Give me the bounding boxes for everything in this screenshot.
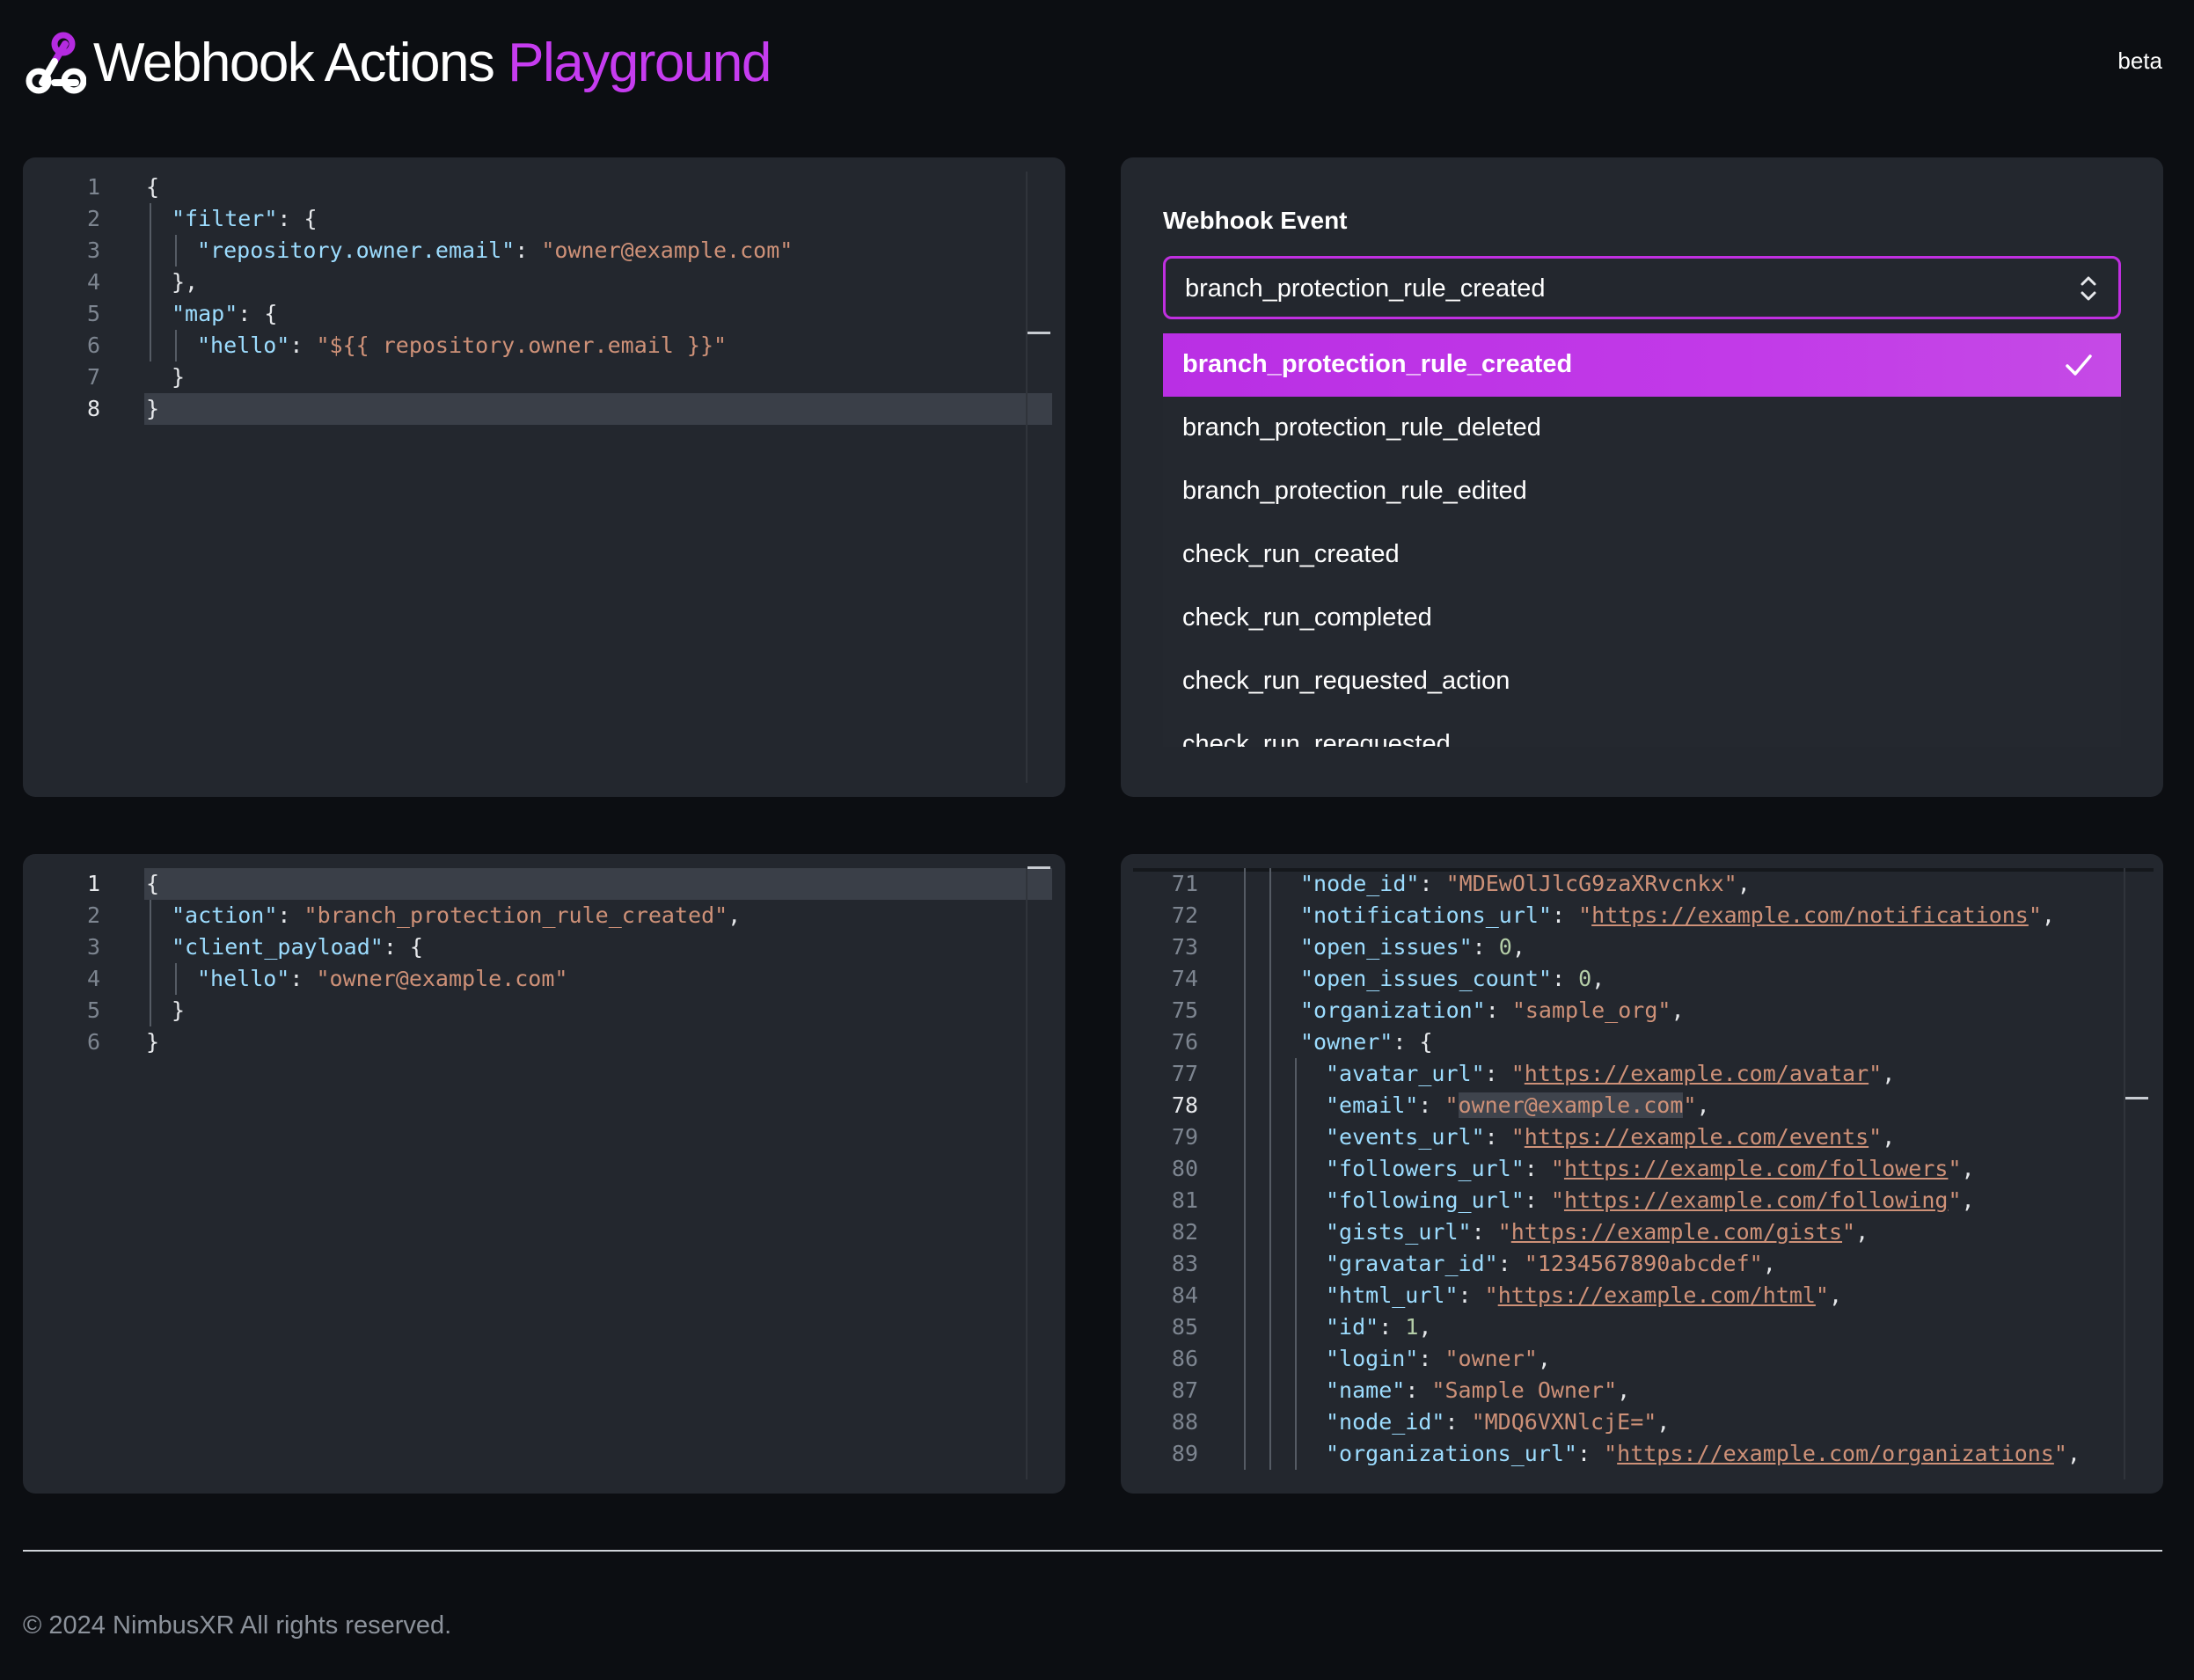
code-line[interactable]: 2 "filter": { (23, 203, 1065, 235)
chevron-up-down-icon (2081, 276, 2096, 301)
url-link[interactable]: https://example.com/organizations (1617, 1441, 2054, 1466)
line-number: 86 (1171, 1346, 1198, 1371)
line-number: 81 (1171, 1187, 1198, 1213)
overview-ruler-mark (1028, 866, 1050, 869)
dropdown-option[interactable]: check_run_completed (1163, 587, 2121, 650)
code-area[interactable]: 71 "node_id": "MDEwOlJlcG9zaXRvcnkx", 72 "n… (1121, 868, 2163, 1470)
scrollbar-track[interactable] (2124, 868, 2125, 1479)
code-line[interactable]: 88 "node_id": "MDQ6VXNlcjE=", (1121, 1406, 2163, 1438)
code-line[interactable]: 77 "avatar_url": "https://example.com/ava… (1121, 1058, 2163, 1090)
line-number: 83 (1171, 1251, 1198, 1276)
copyright-text: © 2024 NimbusXR All rights reserved. (23, 1611, 452, 1640)
line-number: 79 (1171, 1124, 1198, 1150)
code-line-active[interactable]: 1{ (23, 868, 1065, 900)
line-number: 88 (1171, 1409, 1198, 1435)
code-line[interactable]: 2 "action": "branch_protection_rule_creat… (23, 900, 1065, 931)
code-line[interactable]: 73 "open_issues": 0, (1121, 931, 2163, 963)
dropdown-option[interactable]: branch_protection_rule_deleted (1163, 397, 2121, 460)
line-number: 72 (1171, 902, 1198, 928)
line-number: 75 (1171, 997, 1198, 1023)
dropdown-option[interactable]: check_run_created (1163, 523, 2121, 587)
output-editor[interactable]: 1{ 2 "action": "branch_protection_rule_cr… (23, 854, 1065, 1494)
code-line[interactable]: 7} (23, 362, 1065, 393)
webhook-event-dropdown[interactable]: branch_protection_rule_created branch_pr… (1163, 333, 2121, 747)
code-line[interactable]: 6} (23, 1026, 1065, 1058)
footer-divider (23, 1550, 2162, 1552)
code-line[interactable]: 5 "map": { (23, 298, 1065, 330)
scrollbar-track[interactable] (1026, 172, 1028, 783)
code-line[interactable]: 72 "notifications_url": "https://example.… (1121, 900, 2163, 931)
code-line[interactable]: 6 "hello": "${{ repository.owner.email }}… (23, 330, 1065, 362)
url-link[interactable]: https://example.com/following (1564, 1187, 1949, 1213)
overview-ruler-mark (1028, 332, 1050, 334)
code-line[interactable]: 4 "hello": "owner@example.com" (23, 963, 1065, 995)
url-link[interactable]: https://example.com/gists (1511, 1219, 1842, 1245)
line-number: 84 (1171, 1282, 1198, 1308)
app-title-main: Webhook Actions (93, 33, 495, 93)
url-link[interactable]: https://example.com/followers (1564, 1156, 1949, 1181)
webhook-event-panel: Webhook Event branch_protection_rule_cre… (1121, 157, 2163, 797)
code-line[interactable]: 82 "gists_url": "https://example.com/gist… (1121, 1216, 2163, 1248)
code-line[interactable]: 76 "owner": { (1121, 1026, 2163, 1058)
url-link[interactable]: https://example.com/html (1498, 1282, 1816, 1308)
app-title-accent: Playground (508, 33, 772, 93)
beta-badge: beta (2117, 47, 2162, 74)
line-number: 78 (1171, 1092, 1198, 1118)
overview-ruler-mark (2125, 1097, 2148, 1099)
webhook-event-label: Webhook Event (1163, 207, 1348, 234)
dropdown-option[interactable]: check_run_requested_action (1163, 650, 2121, 713)
code-line[interactable]: 3 "repository.owner.email": "owner@exampl… (23, 235, 1065, 267)
code-line[interactable]: 86 "login": "owner", (1121, 1343, 2163, 1375)
code-area[interactable]: 1{ 2 "filter": { 3 "repository.owner.email… (23, 172, 1065, 425)
code-line[interactable]: 80 "followers_url": "https://example.com/… (1121, 1153, 2163, 1185)
line-number: 80 (1171, 1156, 1198, 1181)
code-line[interactable]: 79 "events_url": "https://example.com/eve… (1121, 1121, 2163, 1153)
code-line[interactable]: 4}, (23, 267, 1065, 298)
line-number: 82 (1171, 1219, 1198, 1245)
filter-map-editor[interactable]: 1{ 2 "filter": { 3 "repository.owner.email… (23, 157, 1065, 797)
code-line[interactable]: 87 "name": "Sample Owner", (1121, 1375, 2163, 1406)
code-line[interactable]: 83 "gravatar_id": "1234567890abcdef", (1121, 1248, 2163, 1280)
checkmark-icon (2066, 354, 2092, 376)
url-link[interactable]: https://example.com/avatar (1525, 1061, 1869, 1086)
code-line-active[interactable]: 8} (23, 393, 1065, 425)
code-line[interactable]: 75 "organization": "sample_org", (1121, 995, 2163, 1026)
url-link[interactable]: https://example.com/events (1525, 1124, 1869, 1150)
app-header: Webhook Actions Playground beta (23, 25, 2162, 104)
code-line[interactable]: 3 "client_payload": { (23, 931, 1065, 963)
payload-lines: 71 "node_id": "MDEwOlJlcG9zaXRvcnkx", 72 "n… (1121, 868, 2163, 1470)
scrollbar-track[interactable] (1026, 868, 1028, 1479)
line-number: 87 (1171, 1377, 1198, 1403)
line-number: 74 (1171, 966, 1198, 991)
line-number: 85 (1171, 1314, 1198, 1340)
code-line[interactable]: 85 "id": 1, (1121, 1311, 2163, 1343)
code-line[interactable]: 89 "organizations_url": "https://example.… (1121, 1438, 2163, 1470)
select-value: branch_protection_rule_created (1185, 274, 1546, 303)
line-number: 71 (1171, 871, 1198, 896)
webhook-event-select[interactable]: branch_protection_rule_created (1163, 256, 2121, 319)
dropdown-option[interactable]: branch_protection_rule_edited (1163, 460, 2121, 523)
code-line-active[interactable]: 78 "email": "owner@example.com", (1121, 1090, 2163, 1121)
dropdown-option-selected[interactable]: branch_protection_rule_created (1163, 333, 2121, 397)
app-title: Webhook Actions Playground (93, 32, 772, 95)
webhook-icon (26, 32, 86, 94)
code-line[interactable]: 71 "node_id": "MDEwOlJlcG9zaXRvcnkx", (1121, 868, 2163, 900)
dropdown-option[interactable]: check_run_rerequested (1163, 713, 2121, 747)
code-line[interactable]: 1{ (23, 172, 1065, 203)
code-line[interactable]: 5} (23, 995, 1065, 1026)
line-number: 73 (1171, 934, 1198, 960)
payload-editor[interactable]: 71 "node_id": "MDEwOlJlcG9zaXRvcnkx", 72 "n… (1121, 854, 2163, 1494)
code-line[interactable]: 74 "open_issues_count": 0, (1121, 963, 2163, 995)
code-line[interactable]: 81 "following_url": "https://example.com/… (1121, 1185, 2163, 1216)
url-link[interactable]: https://example.com/notifications (1591, 902, 2029, 928)
code-line[interactable]: 84 "html_url": "https://example.com/html"… (1121, 1280, 2163, 1311)
line-number: 89 (1171, 1441, 1198, 1466)
selected-text: owner@example.com (1458, 1092, 1684, 1118)
line-number: 77 (1171, 1061, 1198, 1086)
code-area[interactable]: 1{ 2 "action": "branch_protection_rule_cr… (23, 868, 1065, 1058)
line-number: 76 (1171, 1029, 1198, 1055)
